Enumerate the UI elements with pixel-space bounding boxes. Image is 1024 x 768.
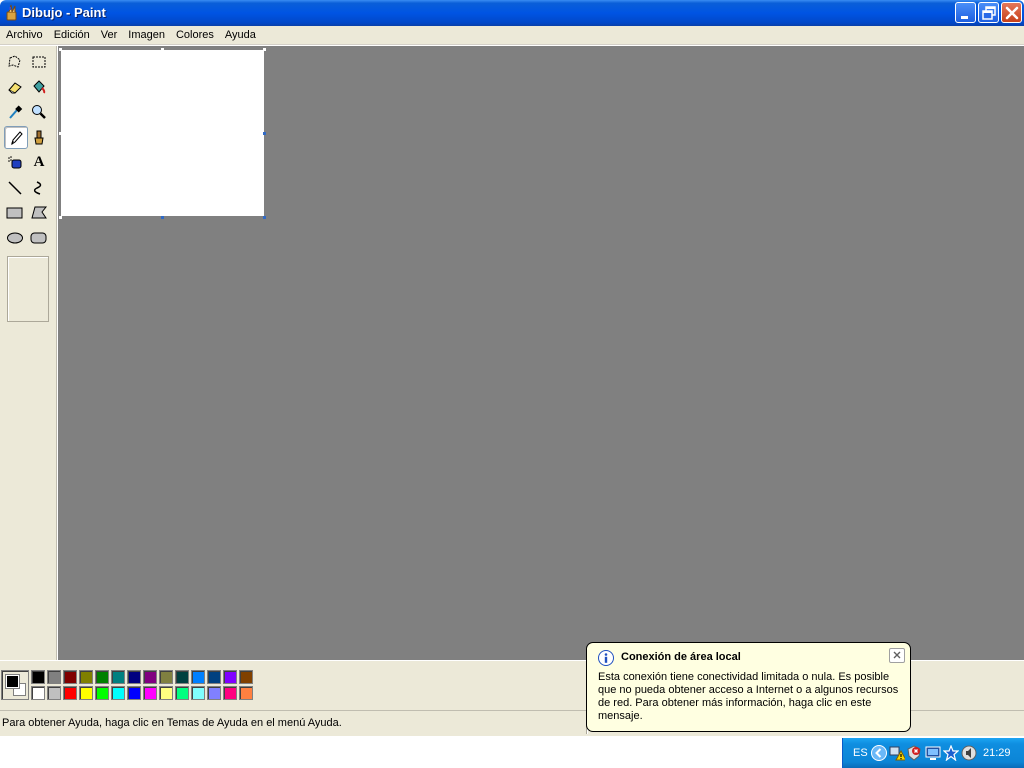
palette-color-swatch[interactable] xyxy=(175,670,189,684)
toolbox: A xyxy=(0,46,57,660)
close-icon xyxy=(893,651,901,659)
balloon-close-button[interactable] xyxy=(889,648,905,663)
palette-color-swatch[interactable] xyxy=(159,670,173,684)
balloon-message: Esta conexión tiene conectividad limitad… xyxy=(598,671,899,722)
palette-color-swatch[interactable] xyxy=(111,686,125,700)
palette-color-swatch[interactable] xyxy=(223,686,237,700)
network-warning-icon[interactable] xyxy=(889,745,907,761)
palette-color-swatch[interactable] xyxy=(191,686,205,700)
clock[interactable]: 21:29 xyxy=(983,747,1011,759)
display-settings-icon[interactable] xyxy=(925,745,941,761)
menu-archivo[interactable]: Archivo xyxy=(1,26,48,45)
palette-color-swatch[interactable] xyxy=(207,670,221,684)
close-button[interactable] xyxy=(1001,2,1022,23)
palette-color-swatch[interactable] xyxy=(47,670,61,684)
status-text: Para obtener Ayuda, haga clic en Temas d… xyxy=(2,717,342,729)
restore-button[interactable] xyxy=(978,2,999,23)
paint-app-icon[interactable] xyxy=(4,4,20,21)
eraser-icon[interactable] xyxy=(3,75,27,98)
palette-color-swatch[interactable] xyxy=(79,686,93,700)
palette-color-swatch[interactable] xyxy=(63,686,77,700)
menu-bar: Archivo Edición Ver Imagen Colores Ayuda xyxy=(0,26,1024,45)
current-colors[interactable] xyxy=(1,670,29,700)
canvas-handle-topleft xyxy=(59,48,62,51)
palette-color-swatch[interactable] xyxy=(143,670,157,684)
palette-color-swatch[interactable] xyxy=(63,670,77,684)
canvas-handle-topright xyxy=(263,48,266,51)
palette-color-swatch[interactable] xyxy=(127,686,141,700)
palette-color-swatch[interactable] xyxy=(239,670,253,684)
workspace xyxy=(58,46,1024,660)
canvas-handle-left xyxy=(59,132,62,135)
star-icon[interactable] xyxy=(942,744,960,762)
restore-icon xyxy=(982,6,996,20)
foreground-color xyxy=(5,674,20,689)
tool-options-box[interactable] xyxy=(7,256,49,322)
system-tray: ES 21:29 xyxy=(842,738,1024,768)
title-bar[interactable]: Dibujo - Paint xyxy=(0,0,1024,26)
palette-color-swatch[interactable] xyxy=(31,670,45,684)
rounded-rect-icon[interactable] xyxy=(27,226,51,249)
menu-ver[interactable]: Ver xyxy=(96,26,123,45)
balloon-title: Conexión de área local xyxy=(621,651,741,663)
palette-color-swatch[interactable] xyxy=(31,686,45,700)
airbrush-icon[interactable] xyxy=(3,151,27,174)
canvas-resize-handle-bottom[interactable] xyxy=(161,216,164,219)
palette-color-swatch[interactable] xyxy=(47,686,61,700)
palette-color-swatch[interactable] xyxy=(111,670,125,684)
palette-color-swatch[interactable] xyxy=(207,686,221,700)
palette-color-swatch[interactable] xyxy=(79,670,93,684)
info-icon xyxy=(598,650,614,666)
pencil-icon[interactable] xyxy=(4,126,28,149)
palette-color-swatch[interactable] xyxy=(191,670,205,684)
line-icon[interactable] xyxy=(3,176,27,199)
menu-imagen[interactable]: Imagen xyxy=(123,26,170,45)
security-alert-icon[interactable] xyxy=(906,745,922,761)
palette-color-swatch[interactable] xyxy=(159,686,173,700)
network-notification-balloon[interactable]: Conexión de área local Esta conexión tie… xyxy=(586,642,911,732)
palette-color-swatch[interactable] xyxy=(95,686,109,700)
menu-colores[interactable]: Colores xyxy=(171,26,219,45)
palette-color-swatch[interactable] xyxy=(223,670,237,684)
canvas-handle-bottomleft xyxy=(59,216,62,219)
free-form-select-icon[interactable] xyxy=(3,50,27,73)
text-icon[interactable]: A xyxy=(27,151,51,174)
show-hidden-icons-icon[interactable] xyxy=(871,745,887,761)
rectangle-icon[interactable] xyxy=(3,201,27,224)
color-picker-icon[interactable] xyxy=(3,100,27,123)
close-icon xyxy=(1005,6,1019,20)
menu-ayuda[interactable]: Ayuda xyxy=(220,26,261,45)
canvas-resize-handle-right[interactable] xyxy=(263,132,266,135)
drawing-canvas[interactable] xyxy=(61,50,264,216)
canvas-handle-top xyxy=(161,48,164,51)
brush-icon[interactable] xyxy=(27,126,51,149)
palette-color-swatch[interactable] xyxy=(143,686,157,700)
rect-select-icon[interactable] xyxy=(27,50,51,73)
palette-color-swatch[interactable] xyxy=(175,686,189,700)
window-title: Dibujo - Paint xyxy=(22,5,106,20)
minimize-button[interactable] xyxy=(955,2,976,23)
volume-icon[interactable] xyxy=(961,745,977,761)
palette-color-swatch[interactable] xyxy=(95,670,109,684)
polygon-icon[interactable] xyxy=(27,201,51,224)
fill-bucket-icon[interactable] xyxy=(27,75,51,98)
palette-color-swatch[interactable] xyxy=(127,670,141,684)
language-indicator[interactable]: ES xyxy=(853,747,868,759)
palette-color-swatch[interactable] xyxy=(239,686,253,700)
canvas-resize-handle-corner[interactable] xyxy=(263,216,266,219)
menu-edicion[interactable]: Edición xyxy=(49,26,95,45)
magnifier-icon[interactable] xyxy=(27,100,51,123)
minimize-icon xyxy=(961,16,968,19)
curve-icon[interactable] xyxy=(27,176,51,199)
ellipse-icon[interactable] xyxy=(3,226,27,249)
